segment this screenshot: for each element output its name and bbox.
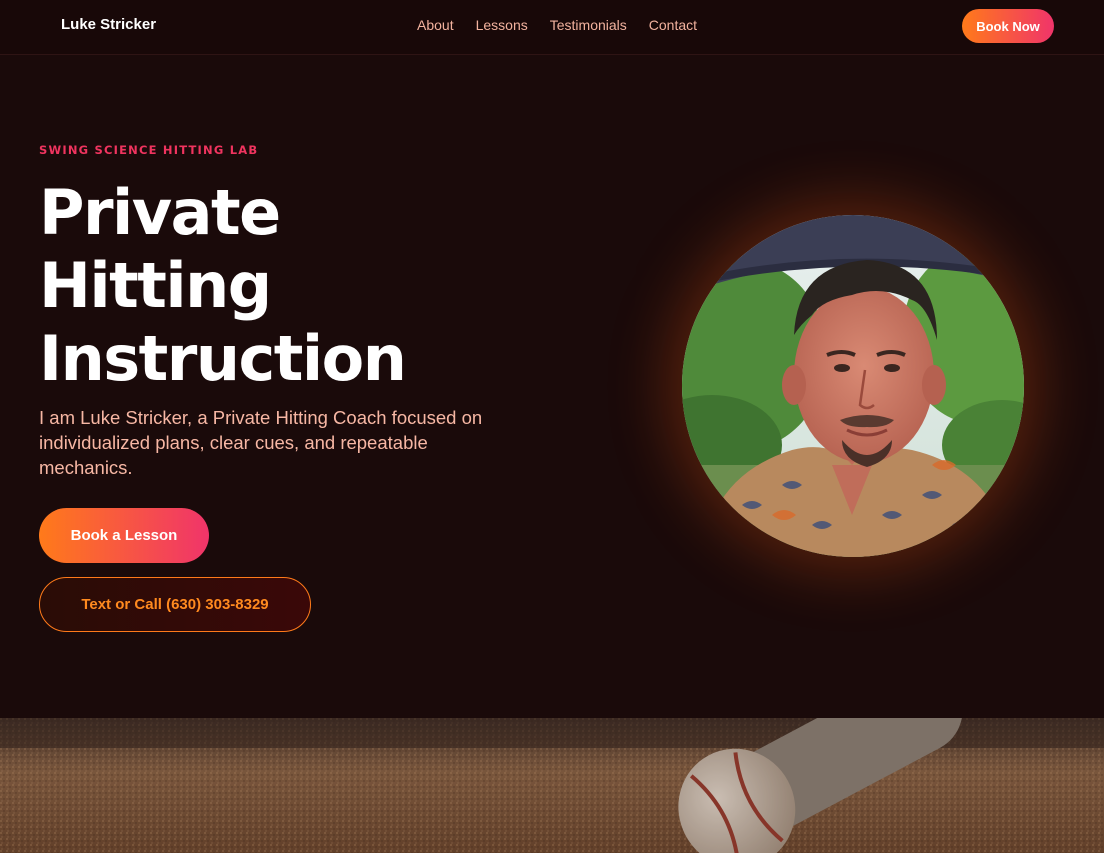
hero-title-line: Private: [39, 176, 281, 249]
nav-link-lessons[interactable]: Lessons: [476, 17, 528, 33]
nav-link-about[interactable]: About: [417, 17, 454, 33]
baseball-dirt-banner: [0, 718, 1104, 853]
navbar: Luke Stricker About Lessons Testimonials…: [0, 0, 1104, 55]
hero-title: Private Hitting Instruction: [39, 176, 559, 395]
coach-portrait: [682, 215, 1024, 557]
nav-links: About Lessons Testimonials Contact: [417, 17, 697, 33]
hero-section: SWING SCIENCE HITTING LAB Private Hittin…: [0, 56, 1104, 718]
nav-link-contact[interactable]: Contact: [649, 17, 697, 33]
book-now-button[interactable]: Book Now: [962, 9, 1054, 43]
hero-title-line: Hitting: [39, 249, 272, 322]
text-or-call-button[interactable]: Text or Call (630) 303-8329: [39, 577, 311, 632]
nav-link-testimonials[interactable]: Testimonials: [550, 17, 627, 33]
hero-eyebrow: SWING SCIENCE HITTING LAB: [39, 143, 259, 157]
book-lesson-button[interactable]: Book a Lesson: [39, 508, 209, 563]
site-brand[interactable]: Luke Stricker: [61, 16, 156, 33]
hero-title-line: Instruction: [39, 322, 407, 395]
hero-lede: I am Luke Stricker, a Private Hitting Co…: [39, 407, 483, 478]
